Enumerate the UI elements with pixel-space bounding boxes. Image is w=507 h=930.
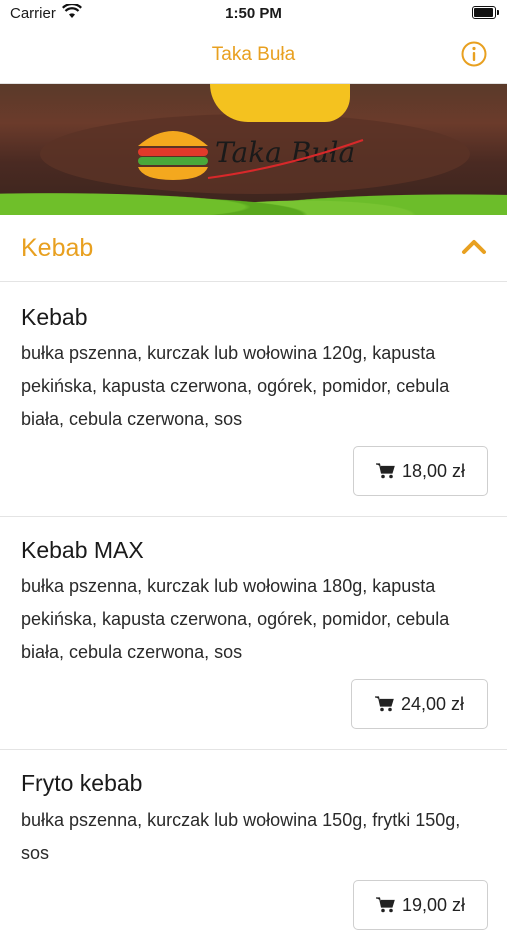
cart-icon <box>374 696 394 712</box>
item-name: Kebab MAX <box>21 537 144 563</box>
item-description: bułka pszenna, kurczak lub wołowina 120g… <box>21 343 450 429</box>
add-to-cart-button[interactable]: 24,00 zł <box>351 679 488 729</box>
status-bar: Carrier 1:50 PM <box>0 0 507 28</box>
chevron-up-icon[interactable] <box>461 237 487 255</box>
cart-icon <box>375 897 395 913</box>
menu-item: Fryto kebab bułka pszenna, kurczak lub w… <box>0 750 507 930</box>
item-price: 24,00 zł <box>400 693 465 714</box>
cheese-graphic <box>210 84 350 122</box>
item-price: 18,00 zł <box>401 460 466 481</box>
app-title: Taka Buła <box>211 44 296 65</box>
category-header[interactable]: Kebab <box>0 215 507 282</box>
menu-item: Kebab MAX bułka pszenna, kurczak lub woł… <box>0 517 507 750</box>
restaurant-logo: Taka Buła <box>138 131 364 180</box>
add-to-cart-button[interactable]: 18,00 zł <box>353 446 488 496</box>
clock: 1:50 PM <box>225 5 282 22</box>
navigation-bar: Taka Buła <box>0 28 507 84</box>
item-name: Kebab <box>21 304 88 330</box>
item-description: bułka pszenna, kurczak lub wołowina 180g… <box>21 576 450 662</box>
add-to-cart-button[interactable]: 19,00 zł <box>353 880 488 930</box>
item-description: bułka pszenna, kurczak lub wołowina 150g… <box>21 810 461 863</box>
category-title: Kebab <box>21 234 94 262</box>
battery-icon <box>472 6 499 19</box>
item-name: Fryto kebab <box>21 770 143 796</box>
cart-icon <box>375 463 395 479</box>
menu-item: Kebab bułka pszenna, kurczak lub wołowin… <box>0 282 507 517</box>
item-price: 19,00 zł <box>401 894 466 915</box>
info-icon[interactable] <box>461 41 487 67</box>
